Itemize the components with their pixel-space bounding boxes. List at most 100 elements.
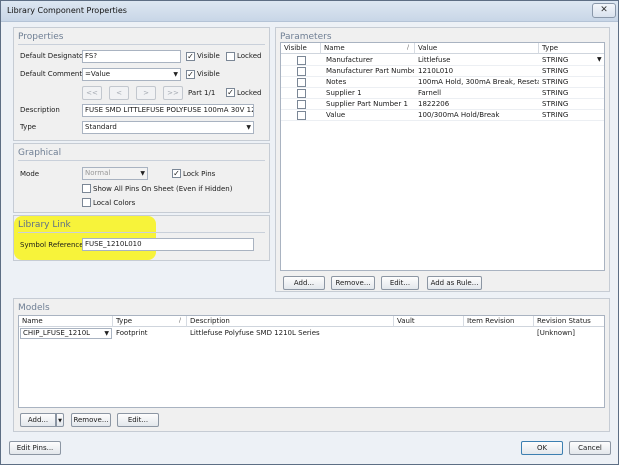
- first-part-button[interactable]: <<: [82, 86, 102, 100]
- next-part-button[interactable]: >: [136, 86, 156, 100]
- chevron-down-icon: ▼: [246, 124, 251, 131]
- column-header-model-type[interactable]: Type /: [113, 316, 187, 327]
- comment-combo[interactable]: =Value ▼: [82, 68, 181, 81]
- table-row[interactable]: Manufacturer Part Number 1210L010 STRING: [281, 66, 604, 77]
- divider: [18, 44, 265, 45]
- model-add-button[interactable]: Add...: [20, 413, 56, 427]
- parameters-table: Visible Name / Value Type Manufacturer Li…: [280, 42, 605, 271]
- column-header-type[interactable]: Type: [539, 43, 604, 54]
- column-header-visible[interactable]: Visible: [281, 43, 321, 54]
- column-header-name[interactable]: Name /: [321, 43, 415, 54]
- chevron-down-icon: ▼: [173, 71, 178, 78]
- table-row[interactable]: Manufacturer Littlefuse STRING: [281, 55, 604, 66]
- column-header-name-label: Name: [324, 44, 345, 52]
- column-header-revision-status[interactable]: Revision Status: [534, 316, 604, 327]
- parameters-heading: Parameters: [280, 32, 332, 42]
- part-locked-checkbox[interactable]: ✓: [226, 88, 235, 97]
- designator-locked-checkbox[interactable]: [226, 52, 235, 61]
- models-panel: Models Name Type / Description Vault Ite…: [13, 298, 610, 432]
- param-visible-checkbox[interactable]: [297, 67, 306, 76]
- mode-label: Mode: [20, 170, 40, 178]
- table-row[interactable]: Supplier 1 Farnell STRING: [281, 88, 604, 99]
- comment-visible-checkbox[interactable]: ✓: [186, 70, 195, 79]
- sort-indicator-icon: /: [407, 44, 410, 51]
- description-field[interactable]: FUSE SMD LITTLEFUSE POLYFUSE 100mA 30V 1…: [82, 104, 254, 117]
- chevron-down-icon[interactable]: ▼: [597, 56, 602, 63]
- check-icon: ✓: [187, 52, 194, 61]
- close-button[interactable]: ✕: [592, 3, 616, 18]
- param-remove-button[interactable]: Remove...: [331, 276, 375, 290]
- parameters-panel: Parameters Visible Name / Value Type Man…: [275, 27, 610, 292]
- column-header-model-type-label: Type: [116, 317, 133, 325]
- table-row[interactable]: Supplier Part Number 1 1822206 STRING: [281, 99, 604, 110]
- table-row[interactable]: Value 100/300mA Hold/Break STRING: [281, 110, 604, 121]
- param-visible-checkbox[interactable]: [297, 78, 306, 87]
- graphical-panel: Graphical Mode Normal ▼ ✓ Lock Pins Show…: [13, 143, 270, 213]
- window-title: Library Component Properties: [7, 6, 127, 15]
- cancel-button[interactable]: Cancel: [569, 441, 611, 455]
- table-row[interactable]: CHIP_LFUSE_1210L ▼ Footprint Littlefuse Pol…: [19, 328, 604, 339]
- column-header-item-revision[interactable]: Item Revision: [464, 316, 534, 327]
- dialog-window: Library Component Properties ✕ Propertie…: [0, 0, 619, 465]
- designator-locked-label: Locked: [237, 52, 262, 60]
- ok-button[interactable]: OK: [521, 441, 563, 455]
- divider: [18, 160, 265, 161]
- local-colors-label: Local Colors: [93, 199, 136, 207]
- prev-part-button[interactable]: <: [109, 86, 129, 100]
- param-visible-checkbox[interactable]: [297, 111, 306, 120]
- properties-panel: Properties Default Designator FS? ✓ Visi…: [13, 27, 270, 141]
- param-visible-checkbox[interactable]: [297, 100, 306, 109]
- param-edit-button[interactable]: Edit...: [381, 276, 419, 290]
- properties-heading: Properties: [18, 32, 64, 42]
- comment-value: =Value: [85, 70, 111, 78]
- edit-pins-button[interactable]: Edit Pins...: [9, 441, 61, 455]
- models-table: Name Type / Description Vault Item Revis…: [18, 315, 605, 408]
- local-colors-checkbox[interactable]: [82, 198, 91, 207]
- param-visible-checkbox[interactable]: [297, 89, 306, 98]
- type-combo[interactable]: Standard ▼: [82, 121, 254, 134]
- param-add-as-rule-button[interactable]: Add as Rule...: [427, 276, 482, 290]
- param-add-button[interactable]: Add...: [283, 276, 325, 290]
- param-visible-checkbox[interactable]: [297, 56, 306, 65]
- model-revision-status: [Unknown]: [537, 329, 575, 337]
- type-label: Type: [20, 123, 37, 131]
- check-icon: ✓: [187, 70, 194, 79]
- column-header-value[interactable]: Value: [415, 43, 539, 54]
- model-description: Littlefuse Polyfuse SMD 1210L Series: [190, 329, 320, 337]
- close-icon: ✕: [600, 5, 608, 15]
- divider: [18, 232, 265, 233]
- sort-indicator-icon: /: [179, 317, 182, 324]
- description-label: Description: [20, 106, 60, 114]
- graphical-heading: Graphical: [18, 148, 62, 158]
- column-header-vault[interactable]: Vault: [394, 316, 464, 327]
- library-link-panel: Library Link Symbol Reference FUSE_1210L…: [13, 215, 270, 261]
- model-edit-button[interactable]: Edit...: [117, 413, 159, 427]
- last-part-button[interactable]: >>: [163, 86, 183, 100]
- lock-pins-label: Lock Pins: [183, 170, 216, 178]
- show-pins-checkbox[interactable]: [82, 184, 91, 193]
- model-type: Footprint: [116, 329, 148, 337]
- column-header-model-description[interactable]: Description: [187, 316, 394, 327]
- chevron-down-icon: ▼: [104, 330, 109, 337]
- designator-field[interactable]: FS?: [82, 50, 181, 63]
- library-link-heading: Library Link: [18, 220, 71, 230]
- designator-visible-label: Visible: [197, 52, 220, 60]
- divider: [281, 120, 604, 121]
- symbol-reference-field[interactable]: FUSE_1210L010: [82, 238, 254, 251]
- mode-value: Normal: [85, 169, 111, 177]
- mode-combo[interactable]: Normal ▼: [82, 167, 148, 180]
- chevron-down-icon: ▼: [58, 418, 62, 424]
- comment-visible-label: Visible: [197, 70, 220, 78]
- part-locked-label: Locked: [237, 89, 262, 97]
- model-remove-button[interactable]: Remove...: [71, 413, 111, 427]
- column-header-model-name[interactable]: Name: [19, 316, 113, 327]
- table-row[interactable]: Notes100mA Hold, 300mA Break, Resetable …: [281, 77, 604, 88]
- designator-visible-checkbox[interactable]: ✓: [186, 52, 195, 61]
- show-pins-label: Show All Pins On Sheet (Even if Hidden): [93, 185, 233, 193]
- model-add-dropdown[interactable]: ▼: [56, 413, 64, 427]
- lock-pins-checkbox[interactable]: ✓: [172, 169, 181, 178]
- model-name: CHIP_LFUSE_1210L: [23, 329, 91, 337]
- chevron-down-icon: ▼: [140, 170, 145, 177]
- model-name-combo[interactable]: CHIP_LFUSE_1210L ▼: [20, 328, 112, 339]
- part-indicator: Part 1/1: [188, 89, 216, 97]
